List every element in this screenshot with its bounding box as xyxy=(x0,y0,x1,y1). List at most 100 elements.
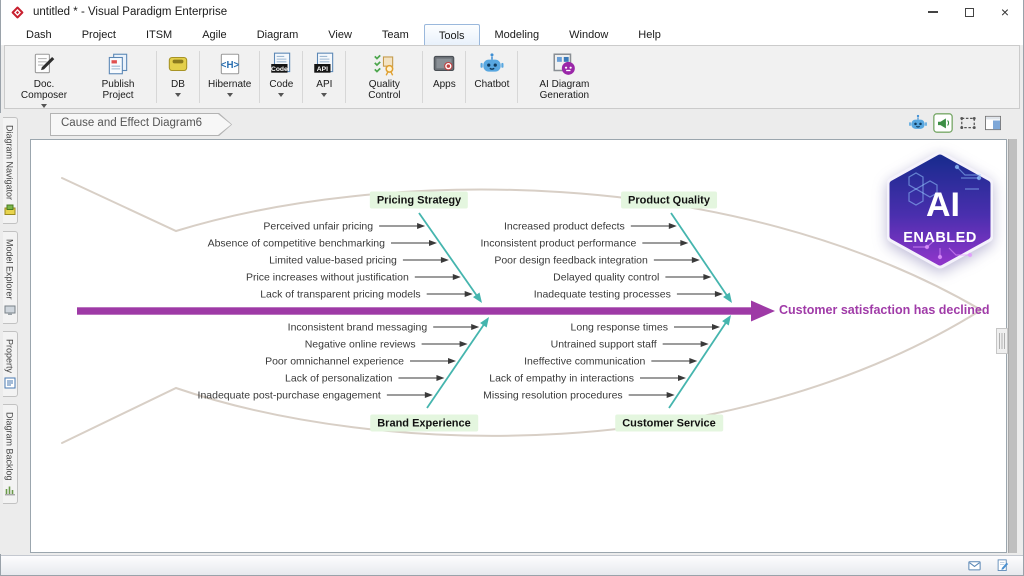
effect-label[interactable]: Customer satisfaction has declined xyxy=(779,303,989,317)
menu-window[interactable]: Window xyxy=(554,24,623,45)
publish-project-button[interactable]: Publish Project xyxy=(81,48,155,106)
cause-text-untrained-support-staff[interactable]: Untrained support staff xyxy=(551,339,657,351)
cause-arrowhead xyxy=(460,341,468,347)
sidebar-tab-diagram-navigator[interactable]: Diagram Navigator xyxy=(3,117,18,224)
fishbone-diagram: Perceived unfair pricing Absence of compe… xyxy=(31,140,1006,552)
hibernate-button[interactable]: <H>Hibernate xyxy=(201,48,258,106)
chatbot-icon xyxy=(479,51,505,77)
cause-arrowhead xyxy=(703,274,711,280)
announcement-icon[interactable] xyxy=(933,113,953,133)
menu-modeling[interactable]: Modeling xyxy=(480,24,555,45)
sidebar-tab-diagram-backlog[interactable]: Diagram Backlog xyxy=(3,404,18,505)
chevron-down-icon xyxy=(41,104,47,108)
toolbar-separator xyxy=(345,51,346,103)
doc-composer-button[interactable]: Doc. Composer xyxy=(7,48,81,106)
grip-ridges xyxy=(999,333,1005,349)
menu-project[interactable]: Project xyxy=(67,24,131,45)
mail-icon[interactable] xyxy=(966,558,983,573)
menu-diagram[interactable]: Diagram xyxy=(242,24,314,45)
bone-pricing-strategy[interactable] xyxy=(419,213,479,298)
quality-control-button[interactable]: Quality Control xyxy=(347,48,421,106)
db-button[interactable]: DB xyxy=(158,48,198,106)
bone-customer-service[interactable] xyxy=(669,320,728,408)
panel-layout-icon[interactable] xyxy=(983,113,1003,133)
cause-text-missing-resolution-procedures[interactable]: Missing resolution procedures xyxy=(483,390,622,402)
cause-text-price-increases-without-justification[interactable]: Price increases without justification xyxy=(246,272,409,284)
svg-text:API: API xyxy=(317,66,328,73)
cause-arrowhead xyxy=(448,358,456,364)
cause-text-increased-product-defects[interactable]: Increased product defects xyxy=(504,221,625,233)
cause-text-inadequate-post-purchase-engagement[interactable]: Inadequate post-purchase engagement xyxy=(198,390,381,402)
fishbone-spine-arrowhead xyxy=(751,301,775,322)
chatbot-button[interactable]: Chatbot xyxy=(467,48,516,106)
cause-text-inadequate-testing-processes[interactable]: Inadequate testing processes xyxy=(534,289,671,301)
cause-arrowhead xyxy=(667,392,675,398)
apps-button[interactable]: Apps xyxy=(424,48,464,106)
cause-text-long-response-times[interactable]: Long response times xyxy=(571,322,668,334)
cause-text-perceived-unfair-pricing[interactable]: Perceived unfair pricing xyxy=(263,221,373,233)
cause-text-poor-design-feedback-integration[interactable]: Poor design feedback integration xyxy=(494,255,648,267)
cause-text-lack-of-personalization[interactable]: Lack of personalization xyxy=(285,373,393,385)
toolbar-separator xyxy=(259,51,260,103)
publish-project-icon xyxy=(105,51,131,77)
toolbar-button-label: Code xyxy=(269,79,293,90)
model-explorer-icon xyxy=(4,304,16,316)
cause-text-limited-value-based-pricing[interactable]: Limited value-based pricing xyxy=(269,255,397,267)
menu-agile[interactable]: Agile xyxy=(187,24,241,45)
code-button[interactable]: CodeCode xyxy=(261,48,301,106)
ai-enabled-badge: AI ENABLED xyxy=(887,151,993,269)
tab-label: Cause and Effect Diagram6 xyxy=(50,113,232,129)
cause-arrowhead xyxy=(701,341,709,347)
cause-arrowhead xyxy=(453,274,461,280)
cause-text-negative-online-reviews[interactable]: Negative online reviews xyxy=(305,339,416,351)
fit-frame-icon[interactable] xyxy=(958,113,978,133)
category-label-brand-experience[interactable]: Brand Experience xyxy=(370,415,478,432)
toolbar: Doc. Composer Publish Project DB<H>Hiberna… xyxy=(4,45,1020,109)
bone-arrowhead xyxy=(722,315,731,326)
api-button[interactable]: APIAPI xyxy=(304,48,344,106)
toolbar-button-label: Hibernate xyxy=(208,79,251,90)
cause-text-inconsistent-brand-messaging[interactable]: Inconsistent brand messaging xyxy=(288,322,428,334)
cause-text-ineffective-communication[interactable]: Ineffective communication xyxy=(524,356,645,368)
ai-diagram-generation-button[interactable]: AI Diagram Generation xyxy=(519,48,609,106)
panel-collapse-grip[interactable] xyxy=(996,328,1008,354)
menu-itsm[interactable]: ITSM xyxy=(131,24,187,45)
bone-product-quality[interactable] xyxy=(671,213,729,298)
sidebar-tab-model-explorer[interactable]: Model Explorer xyxy=(3,231,18,324)
maximize-button[interactable] xyxy=(951,0,987,24)
cause-text-poor-omnichannel-experience[interactable]: Poor omnichannel experience xyxy=(265,356,404,368)
cause-text-lack-of-empathy-in-interactions[interactable]: Lack of empathy in interactions xyxy=(489,373,634,385)
bone-arrowhead xyxy=(723,292,732,303)
toolbar-button-label: Publish Project xyxy=(88,79,148,101)
cause-text-lack-of-transparent-pricing-models[interactable]: Lack of transparent pricing models xyxy=(260,289,421,301)
category-label-customer-service[interactable]: Customer Service xyxy=(615,415,723,432)
cause-text-delayed-quality-control[interactable]: Delayed quality control xyxy=(553,272,659,284)
toolbar-button-label: Chatbot xyxy=(474,79,509,90)
cause-arrowhead xyxy=(689,358,697,364)
edit-icon[interactable] xyxy=(994,558,1011,573)
minimize-button[interactable] xyxy=(915,0,951,24)
category-label-pricing-strategy[interactable]: Pricing Strategy xyxy=(370,192,468,209)
bone-brand-experience[interactable] xyxy=(427,322,486,408)
cause-text-inconsistent-product-performance[interactable]: Inconsistent product performance xyxy=(480,238,636,250)
right-splitter[interactable] xyxy=(1008,139,1017,553)
menu-dash[interactable]: Dash xyxy=(11,24,67,45)
fishbone-spine[interactable] xyxy=(77,307,753,314)
diagram-canvas[interactable]: Perceived unfair pricing Absence of compe… xyxy=(30,139,1007,553)
window-title: untitled * - Visual Paradigm Enterprise xyxy=(33,6,227,18)
tab-cause-and-effect-diagram6[interactable]: Cause and Effect Diagram6 xyxy=(50,113,232,136)
category-label-product-quality[interactable]: Product Quality xyxy=(621,192,717,209)
cause-arrowhead xyxy=(465,291,473,297)
chevron-down-icon xyxy=(321,93,327,97)
menu-view[interactable]: View xyxy=(313,24,367,45)
chatbot-icon[interactable] xyxy=(908,113,928,133)
menu-team[interactable]: Team xyxy=(367,24,424,45)
menu-help[interactable]: Help xyxy=(623,24,676,45)
menu-tools[interactable]: Tools xyxy=(424,24,480,45)
sidebar-tab-property[interactable]: Property xyxy=(3,331,18,397)
cause-arrowhead xyxy=(429,240,437,246)
cause-text-absence-of-competitive-benchmarking[interactable]: Absence of competitive benchmarking xyxy=(208,238,386,250)
chevron-down-icon xyxy=(175,93,181,97)
title-bar: untitled * - Visual Paradigm Enterprise … xyxy=(1,0,1023,24)
close-button[interactable]: × xyxy=(987,0,1023,24)
